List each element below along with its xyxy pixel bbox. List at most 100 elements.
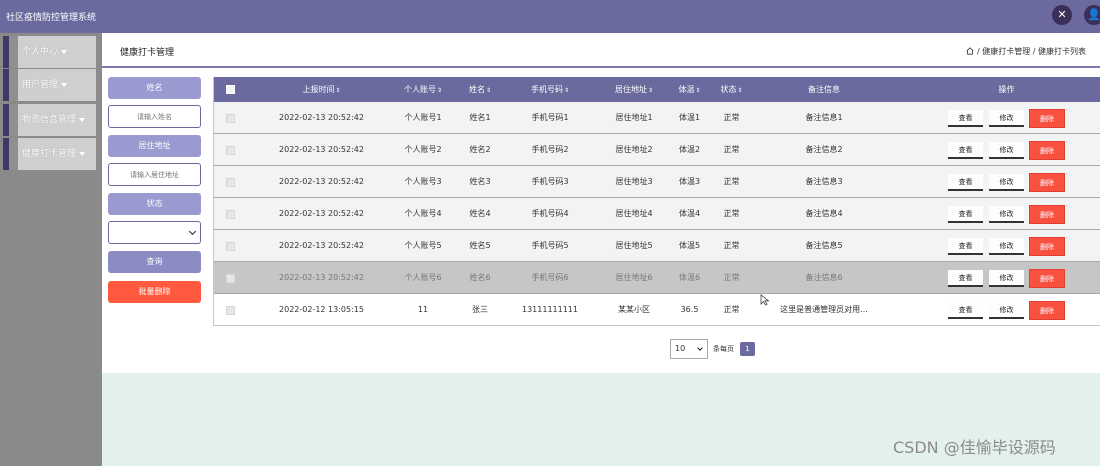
cell-address: 某某小区	[618, 305, 650, 314]
batch-delete-button[interactable]: 批量删除	[108, 281, 201, 303]
row-checkbox[interactable]	[226, 178, 235, 187]
cell-note: 备注信息5	[805, 241, 843, 250]
chevron-down-icon	[61, 82, 68, 87]
column-header-account[interactable]: 个人账号⇕	[392, 77, 454, 102]
user-icon[interactable]: 👤	[1084, 5, 1100, 25]
table-row[interactable]: 2022-02-13 20:52:42 个人账号6 姓名6 手机号码6 居住地址6 体温6…	[214, 262, 1100, 294]
cell-address: 居住地址1	[615, 113, 653, 122]
edit-button[interactable]: 修改	[989, 142, 1024, 159]
column-header-status[interactable]: 状态⇕	[714, 77, 749, 102]
chevron-down-icon	[697, 345, 703, 351]
cell-name: 姓名2	[469, 145, 491, 154]
app-title: 社区疫情防控管理系统	[6, 13, 97, 23]
breadcrumb-path[interactable]: / 健康打卡管理 / 健康打卡列表	[977, 47, 1086, 56]
expand-icon[interactable]: ✕	[1052, 5, 1072, 25]
status-select[interactable]	[108, 221, 201, 244]
sidebar: 个人中心 用户管理 物资信息管理 健康打卡管理	[0, 33, 102, 466]
cell-time: 2022-02-13 20:52:42	[279, 113, 364, 122]
view-button[interactable]: 查看	[948, 302, 983, 319]
sort-icon: ⇕	[335, 87, 341, 94]
cell-account: 个人账号1	[404, 113, 442, 122]
cell-account: 个人账号5	[404, 241, 442, 250]
cell-temp: 体温5	[678, 241, 701, 250]
edit-button[interactable]: 修改	[989, 174, 1024, 191]
cell-phone: 手机号码3	[531, 177, 569, 186]
column-header-phone[interactable]: 手机号码⇕	[514, 77, 586, 102]
edit-button[interactable]: 修改	[989, 206, 1024, 223]
cell-temp: 36.5	[680, 305, 699, 314]
cell-time: 2022-02-13 20:52:42	[279, 177, 364, 186]
sort-icon: ⇕	[695, 87, 701, 94]
delete-button[interactable]: 删除	[1029, 205, 1065, 224]
table-row[interactable]: 2022-02-13 20:52:42 个人账号1 姓名1 手机号码1 居住地址1 体温1…	[214, 102, 1100, 134]
delete-button[interactable]: 删除	[1029, 269, 1065, 288]
sort-icon: ⇕	[737, 87, 743, 94]
table-row[interactable]: 2022-02-12 13:05:15 11 张三 13111111111 某某小区 36…	[214, 294, 1100, 326]
row-checkbox[interactable]	[226, 146, 235, 155]
table-row[interactable]: 2022-02-13 20:52:42 个人账号3 姓名3 手机号码3 居住地址3 体温3…	[214, 166, 1100, 198]
cell-name: 姓名6	[469, 273, 491, 282]
table-row[interactable]: 2022-02-13 20:52:42 个人账号2 姓名2 手机号码2 居住地址2 体温2…	[214, 134, 1100, 166]
cell-note: 这里是普通管理员对用...	[780, 305, 868, 314]
cell-temp: 体温2	[678, 145, 701, 154]
edit-button[interactable]: 修改	[989, 238, 1024, 255]
address-search-input[interactable]	[108, 163, 201, 186]
cell-name: 姓名3	[469, 177, 491, 186]
view-button[interactable]: 查看	[948, 174, 983, 191]
row-checkbox[interactable]	[226, 210, 235, 219]
cell-status: 正常	[723, 209, 740, 218]
cell-address: 居住地址6	[615, 273, 653, 282]
cell-address: 居住地址5	[615, 241, 653, 250]
view-button[interactable]: 查看	[948, 142, 983, 159]
delete-button[interactable]: 删除	[1029, 173, 1065, 192]
view-button[interactable]: 查看	[948, 206, 983, 223]
row-checkbox[interactable]	[226, 242, 235, 251]
view-button[interactable]: 查看	[948, 110, 983, 127]
cell-address: 居住地址4	[615, 209, 653, 218]
delete-button[interactable]: 删除	[1029, 141, 1065, 160]
cell-name: 姓名4	[469, 209, 491, 218]
home-icon[interactable]	[966, 47, 974, 55]
name-search-input[interactable]	[108, 105, 201, 128]
row-checkbox[interactable]	[226, 274, 235, 283]
sidebar-item-label: 健康打卡管理	[22, 149, 77, 159]
select-all-checkbox[interactable]	[226, 85, 235, 94]
column-header-address[interactable]: 居住地址⇕	[599, 77, 669, 102]
sidebar-item-supplies[interactable]: 物资信息管理	[3, 104, 96, 136]
page-size-select[interactable]: 10	[670, 339, 708, 359]
top-bar: 社区疫情防控管理系统 ✕ 👤	[0, 0, 1100, 33]
cell-status: 正常	[723, 113, 740, 122]
cell-address: 居住地址3	[615, 177, 653, 186]
cell-phone: 13111111111	[522, 305, 578, 314]
page-button-current[interactable]: 1	[740, 342, 755, 356]
cell-phone: 手机号码2	[531, 145, 569, 154]
view-button[interactable]: 查看	[948, 238, 983, 255]
column-header-note: 备注信息	[808, 85, 840, 94]
cell-note: 备注信息4	[805, 209, 843, 218]
column-header-time[interactable]: 上报时间⇕	[274, 77, 369, 102]
column-header-temp[interactable]: 体温⇕	[672, 77, 707, 102]
delete-button[interactable]: 删除	[1029, 109, 1065, 128]
query-button[interactable]: 查询	[108, 251, 201, 273]
cell-account: 个人账号6	[404, 273, 442, 282]
row-checkbox[interactable]	[226, 306, 235, 315]
checkin-table: 上报时间⇕ 个人账号⇕ 姓名⇕ 手机号码⇕ 居住地址⇕ 体温⇕ 状态⇕ 备注信息…	[213, 77, 1100, 326]
edit-button[interactable]: 修改	[989, 110, 1024, 127]
page-header: 健康打卡管理 / 健康打卡管理 / 健康打卡列表	[102, 33, 1100, 68]
table-row[interactable]: 2022-02-13 20:52:42 个人账号4 姓名4 手机号码4 居住地址4 体温4…	[214, 198, 1100, 230]
edit-button[interactable]: 修改	[989, 270, 1024, 287]
sidebar-item-user-management[interactable]: 用户管理	[3, 69, 96, 101]
table-row[interactable]: 2022-02-13 20:52:42 个人账号5 姓名5 手机号码5 居住地址5 体温5…	[214, 230, 1100, 262]
sidebar-item-personal-center[interactable]: 个人中心	[3, 36, 96, 68]
sidebar-item-health-checkin[interactable]: 健康打卡管理	[3, 138, 96, 170]
cell-temp: 体温4	[678, 209, 701, 218]
cell-time: 2022-02-13 20:52:42	[279, 145, 364, 154]
view-button[interactable]: 查看	[948, 270, 983, 287]
page-title: 健康打卡管理	[120, 48, 175, 58]
cell-status: 正常	[723, 145, 740, 154]
row-checkbox[interactable]	[226, 114, 235, 123]
delete-button[interactable]: 删除	[1029, 301, 1065, 320]
edit-button[interactable]: 修改	[989, 302, 1024, 319]
column-header-name[interactable]: 姓名⇕	[459, 77, 501, 102]
delete-button[interactable]: 删除	[1029, 237, 1065, 256]
